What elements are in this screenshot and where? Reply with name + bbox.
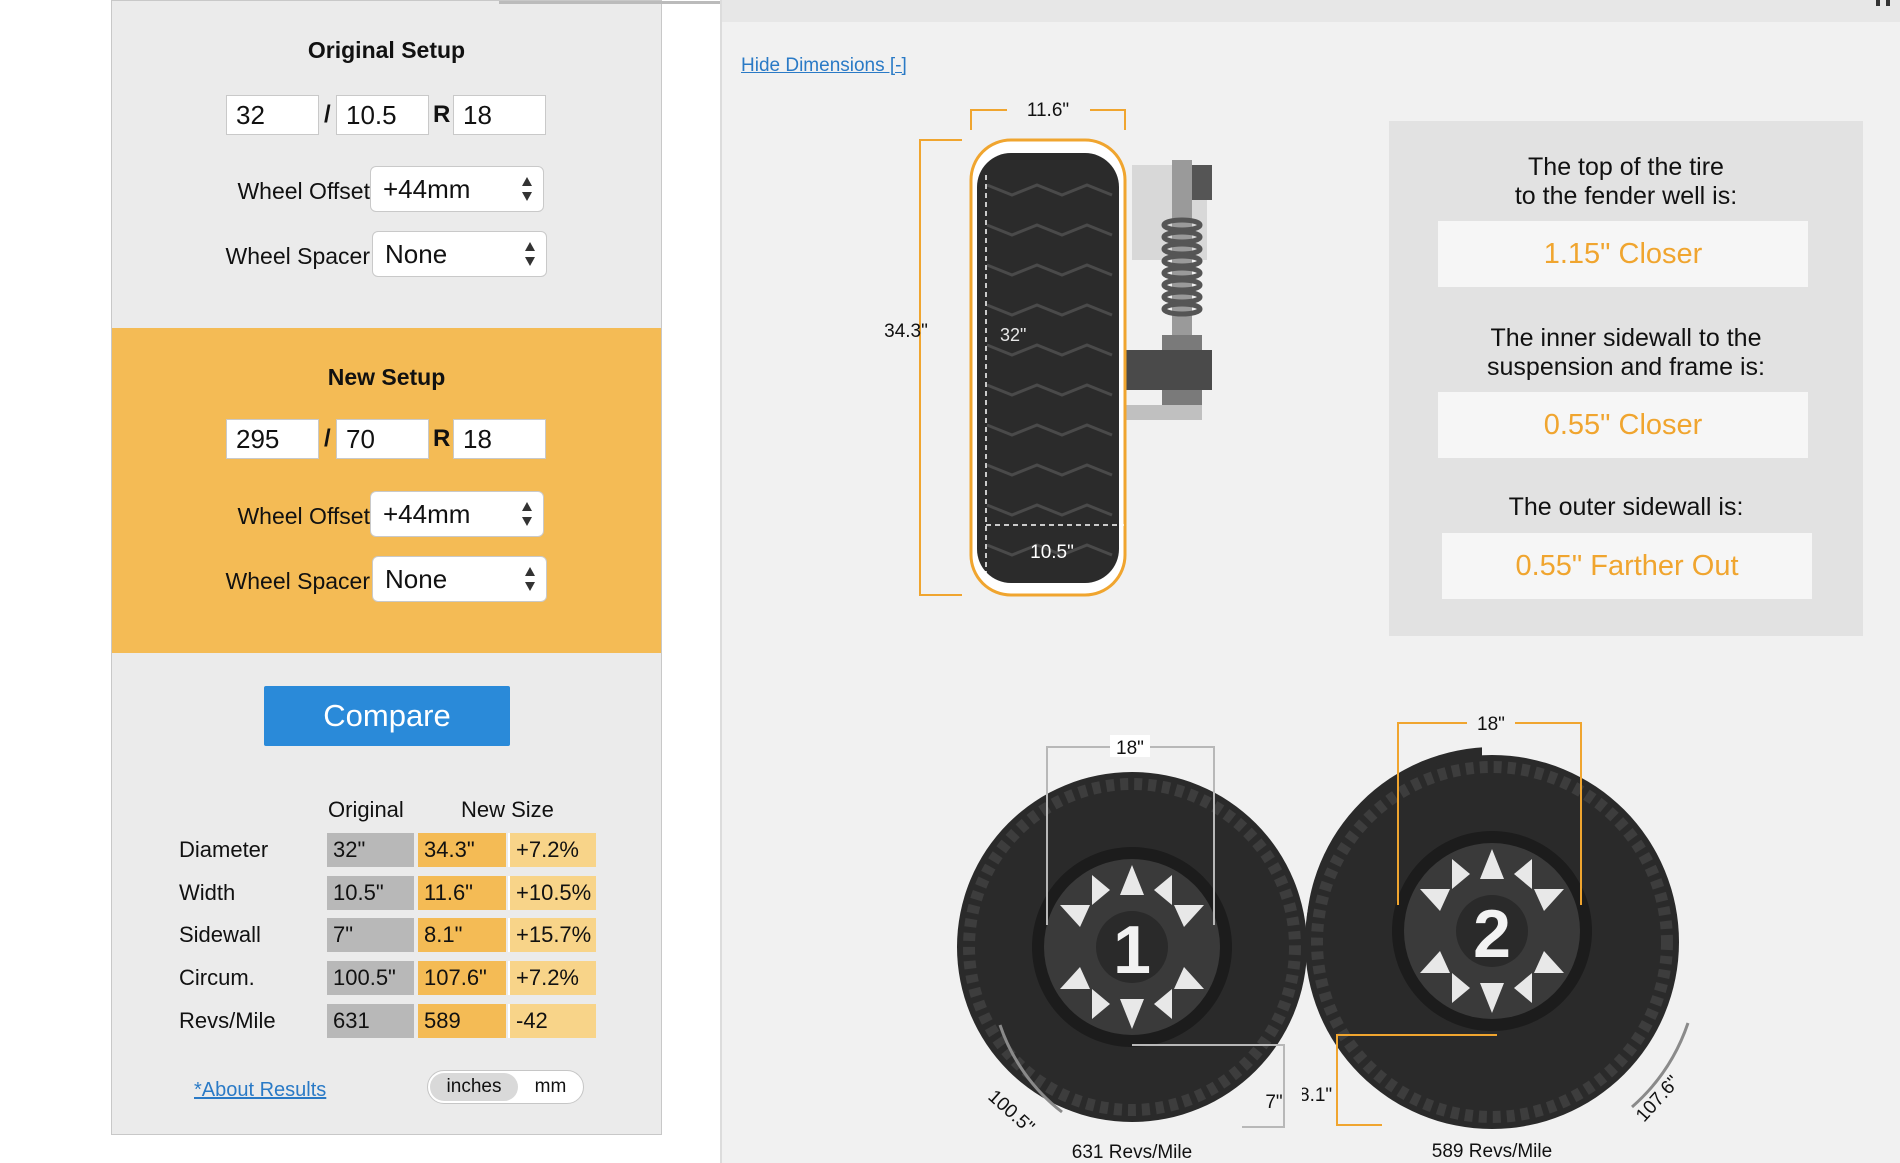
original-rim-input[interactable]: 18 (453, 95, 546, 135)
wheel-1-sidewall-dim: 7" (1265, 1092, 1282, 1113)
corner-icon (1876, 0, 1890, 6)
original-height-label: 32" (1000, 325, 1026, 345)
result-new: 34.3" (418, 833, 506, 867)
original-setup-title: Original Setup (307, 37, 466, 63)
result-original: 7" (327, 918, 414, 952)
wheel-1-rim-dim: 18" (1116, 738, 1144, 759)
new-ratio-input[interactable]: 70 (336, 419, 429, 459)
result-label: Width (179, 880, 236, 905)
wheel-1-number: 1 (1113, 912, 1151, 988)
new-setup-section: New Setup 295 / 70 R 18 Wheel Offset +44… (112, 328, 661, 653)
hide-dimensions-link[interactable]: Hide Dimensions [-] (741, 55, 907, 77)
new-setup-title: New Setup (327, 364, 446, 390)
result-original: 32" (327, 833, 414, 867)
panel-top-strip (722, 0, 1900, 22)
outer-sidewall-question: The outer sidewall is: (1508, 493, 1744, 521)
result-diff: +15.7% (508, 918, 596, 952)
unit-inches-option[interactable]: inches (430, 1073, 518, 1101)
original-offset-label: Wheel Offset (237, 178, 370, 204)
original-spacer-select[interactable]: None (372, 231, 547, 277)
new-spacer-value: None (385, 564, 448, 594)
wheel-2-sidewall-dim: 8.1" (1302, 1085, 1332, 1106)
select-arrows-icon (525, 567, 535, 591)
result-original: 100.5" (327, 961, 414, 995)
wheel-1-circumference-dim: 100.5" (984, 1086, 1038, 1138)
result-label: Circum. (179, 965, 255, 990)
original-offset-value: +44mm (383, 174, 471, 204)
new-spacer-label: Wheel Spacer (225, 568, 370, 594)
original-spacer-label: Wheel Spacer (225, 243, 370, 269)
result-new: 589 (418, 1004, 506, 1038)
result-new: 107.6" (418, 961, 506, 995)
original-r-label: R (433, 101, 451, 128)
col-new-size-header: New Size (461, 797, 554, 822)
wheel-1: 1 18" 7" 100.5" 631 Revs/Mile (957, 735, 1307, 1163)
original-offset-select[interactable]: +44mm (370, 166, 544, 212)
wheel-2-revs-label: 589 Revs/Mile (1432, 1141, 1552, 1162)
fender-question: The top of the tire to the fender well i… (1514, 153, 1738, 210)
result-label: Sidewall (179, 922, 261, 947)
new-r-label: R (433, 425, 451, 452)
col-original-header: Original (328, 797, 404, 822)
result-new: 11.6" (418, 876, 506, 910)
tire-tread (977, 153, 1119, 583)
width-dimension-label: 11.6" (1027, 100, 1069, 121)
inner-sidewall-question: The inner sidewall to the suspension and… (1487, 324, 1765, 381)
suspension-illustration (1112, 160, 1212, 420)
new-offset-select[interactable]: +44mm (370, 491, 544, 537)
height-dimension-line (919, 139, 962, 596)
result-diff: +10.5% (508, 876, 596, 910)
new-slash: / (324, 425, 331, 452)
result-label: Revs/Mile (179, 1008, 276, 1033)
visual-comparison-panel: Hide Dimensions [-] 11.6" 34.3" 32" 10.5… (720, 0, 1900, 1163)
original-width-label: 10.5" (1030, 542, 1074, 563)
original-spacer-value: None (385, 239, 448, 269)
new-offset-label: Wheel Offset (237, 503, 370, 529)
about-results-link[interactable]: *About Results (194, 1079, 326, 1102)
wheel-2-rim-dim: 18" (1477, 714, 1505, 735)
result-diff: +7.2% (508, 833, 596, 867)
inner-sidewall-answer: 0.55" Closer (1438, 392, 1808, 458)
select-arrows-icon (522, 177, 532, 201)
new-width-input[interactable]: 295 (226, 419, 319, 459)
result-original: 631 (327, 1004, 414, 1038)
select-arrows-icon (522, 502, 532, 526)
original-ratio-input[interactable]: 10.5 (336, 95, 429, 135)
outer-sidewall-answer: 0.55" Farther Out (1442, 533, 1812, 599)
original-width-input[interactable]: 32 (226, 95, 319, 135)
comparison-results-box: The top of the tire to the fender well i… (1389, 121, 1863, 636)
wheel-1-revs-label: 631 Revs/Mile (1072, 1142, 1192, 1163)
original-slash: / (324, 101, 331, 128)
fender-answer: 1.15" Closer (1438, 221, 1808, 287)
wheel-2-illustration: 2 18" 8.1" 107.6" 589 Revs/Mile (1302, 711, 1690, 1162)
new-spacer-select[interactable]: None (372, 556, 547, 602)
tire-side-profile-illustration: 11.6" 34.3" 32" 10.5" (884, 100, 1212, 597)
result-diff: +7.2% (508, 961, 596, 995)
result-original: 10.5" (327, 876, 414, 910)
wheel-2-number: 2 (1473, 896, 1511, 972)
new-offset-value: +44mm (383, 499, 471, 529)
unit-mm-option[interactable]: mm (523, 1073, 578, 1101)
height-dimension-label: 34.3" (884, 321, 928, 342)
select-arrows-icon (525, 242, 535, 266)
result-new: 8.1" (418, 918, 506, 952)
unit-toggle[interactable]: inches mm (427, 1070, 584, 1104)
new-rim-input[interactable]: 18 (453, 419, 546, 459)
result-diff: -42 (508, 1004, 596, 1038)
compare-button[interactable]: Compare (264, 686, 510, 746)
result-label: Diameter (179, 837, 269, 862)
tire-setup-panel: Original Setup 32 / 10.5 R 18 Wheel Offs… (111, 0, 774, 1135)
